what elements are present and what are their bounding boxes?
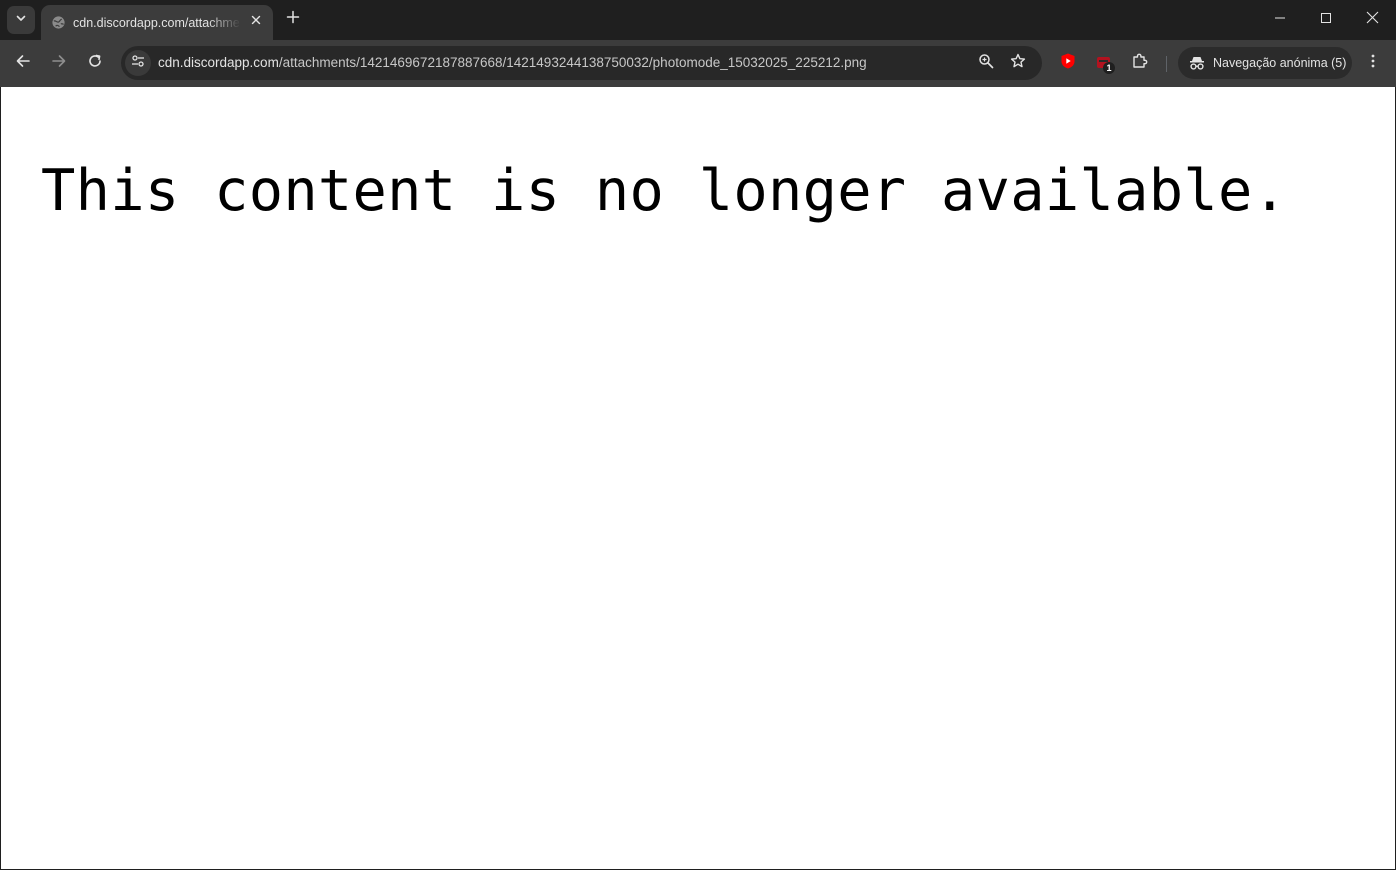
forward-button[interactable] bbox=[45, 49, 73, 77]
incognito-button[interactable]: Navegação anónima (5) bbox=[1178, 47, 1352, 79]
tab-strip: cdn.discordapp.com/attachments/142146967… bbox=[0, 0, 1396, 41]
tab-close-button[interactable] bbox=[247, 12, 265, 30]
bookmark-button[interactable] bbox=[1007, 52, 1029, 74]
minimize-button[interactable] bbox=[1257, 0, 1303, 40]
tab-active[interactable]: cdn.discordapp.com/attachments/142146967… bbox=[41, 5, 273, 41]
arrow-right-icon bbox=[51, 53, 67, 74]
incognito-icon bbox=[1188, 54, 1206, 72]
zoom-button[interactable] bbox=[975, 52, 997, 74]
puzzle-icon bbox=[1131, 52, 1149, 75]
youtube-extension-button[interactable] bbox=[1055, 50, 1081, 76]
plus-icon bbox=[286, 10, 300, 29]
zoom-icon bbox=[978, 53, 994, 74]
close-icon bbox=[1366, 11, 1379, 29]
close-window-button[interactable] bbox=[1349, 0, 1395, 40]
chevron-down-icon bbox=[15, 11, 27, 29]
maximize-icon bbox=[1320, 11, 1332, 29]
extension-badge-icon: 1 bbox=[1095, 54, 1115, 74]
more-vert-icon bbox=[1365, 53, 1381, 74]
browser-window: cdn.discordapp.com/attachments/142146967… bbox=[0, 0, 1396, 870]
url-text[interactable]: cdn.discordapp.com/attachments/142146967… bbox=[158, 54, 867, 72]
new-tab-button[interactable] bbox=[281, 7, 305, 31]
red-extension-button[interactable]: 1 bbox=[1091, 50, 1117, 76]
maximize-button[interactable] bbox=[1303, 0, 1349, 40]
tab-search-button[interactable] bbox=[7, 6, 35, 34]
url-path: /attachments/1421469672187887668/1421493… bbox=[278, 55, 867, 70]
star-icon bbox=[1010, 53, 1026, 74]
close-icon bbox=[251, 12, 261, 30]
url-host: cdn.discordapp.com bbox=[158, 55, 279, 70]
extensions-menu-button[interactable] bbox=[1127, 50, 1153, 76]
youtube-icon bbox=[1059, 52, 1077, 75]
browser-menu-button[interactable] bbox=[1359, 49, 1387, 77]
reload-icon bbox=[87, 53, 103, 74]
page-content: This content is no longer available. bbox=[1, 87, 1395, 869]
reload-button[interactable] bbox=[81, 49, 109, 77]
globe-icon bbox=[50, 14, 66, 30]
toolbar-divider bbox=[1166, 56, 1167, 72]
site-info-button[interactable] bbox=[125, 50, 151, 76]
tab-title: cdn.discordapp.com/attachments/142146967… bbox=[73, 16, 241, 30]
arrow-left-icon bbox=[15, 53, 31, 74]
content-unavailable-message: This content is no longer available. bbox=[41, 158, 1288, 224]
address-bar[interactable]: cdn.discordapp.com/attachments/142146967… bbox=[121, 46, 1042, 80]
minimize-icon bbox=[1274, 11, 1286, 29]
toolbar: cdn.discordapp.com/attachments/142146967… bbox=[0, 40, 1396, 87]
back-button[interactable] bbox=[9, 49, 37, 77]
extension-badge: 1 bbox=[1103, 62, 1115, 74]
tune-icon bbox=[131, 54, 145, 73]
incognito-label: Navegação anónima (5) bbox=[1213, 56, 1347, 70]
